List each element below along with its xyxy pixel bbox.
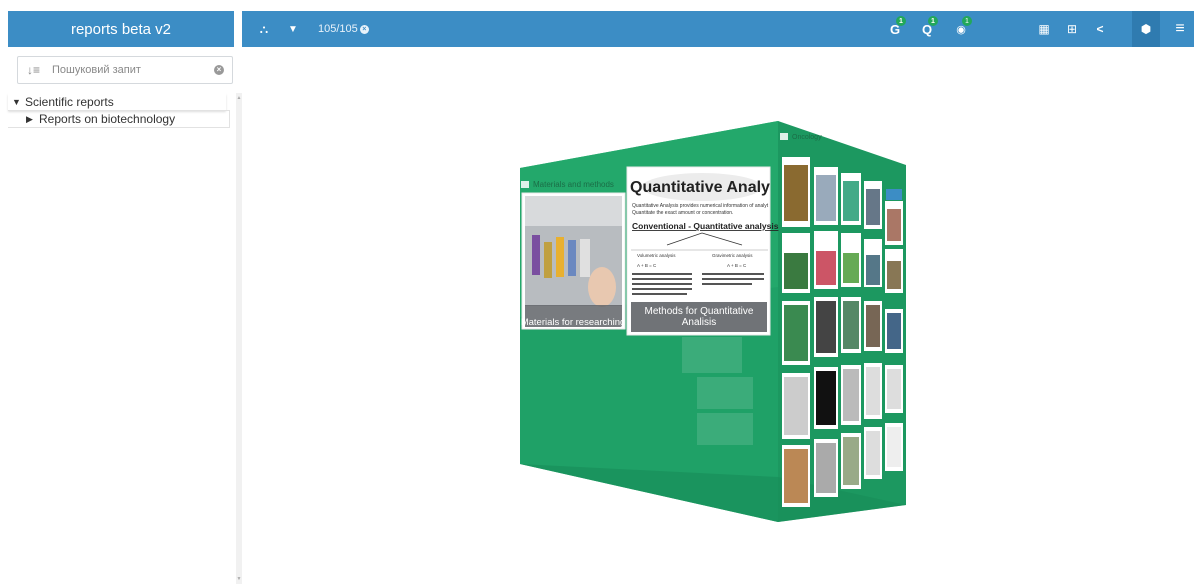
slide-formula: A + B = C [727,263,747,268]
card-caption: Materials for researching [521,317,626,328]
badge-count: 1 [928,16,938,26]
top-bar: reports beta v2 ⛬ ▼ 105/105 × G 1 Q 1 ◉ … [0,0,1194,47]
menu-icon[interactable]: ≡ [1168,11,1192,47]
search-button[interactable]: Q 1 [914,11,940,47]
category-tree: ▼ Scientific reports ▶ Reports on biotec… [8,93,236,128]
hierarchy-icon[interactable]: ⛬ [252,11,276,47]
sort-icon[interactable]: ↓≡ [27,63,40,77]
front-header-icon [521,181,529,188]
slide-title: Quantitative Analy [630,179,770,196]
tube-icon [532,235,540,275]
slide-formula: A + B = C [637,263,657,268]
caret-down-icon[interactable]: ▼ [12,97,21,107]
caret-right-icon[interactable]: ▶ [26,114,34,125]
search-input[interactable] [52,61,202,79]
tree-item-scientific-reports[interactable]: ▼ Scientific reports [8,93,226,110]
slide-line: Quantitative Analysis provides numerical… [632,203,769,209]
grid-view-icon[interactable]: ▦ [1032,11,1056,47]
sidebar: ↓≡ × ▼ Scientific reports ▶ Reports on b… [8,47,242,584]
tree-item-label: Reports on biotechnology [39,112,176,126]
card-caption: Methods for Quantitative Analisis [644,306,754,328]
right-header-label: Oncology [792,134,822,141]
table-view-icon[interactable]: ⊞ [1060,11,1084,47]
card-materials[interactable]: Materials for researching [521,192,626,330]
slide-sublabel: Volumetric analysis [637,253,676,258]
google-search-button[interactable]: G 1 [882,11,908,47]
view-button[interactable]: ◉ 1 [948,11,974,47]
slide-line: Quantitate the exact amount or concentra… [632,210,733,216]
right-page-badge [886,189,902,200]
counter-text: 105/105 [318,23,358,35]
slide-sublabel: Gravimetric analysis [712,253,753,258]
tree-item-label: Scientific reports [25,94,114,109]
cube-stage: Materials and methods Materials for rese… [242,47,1194,584]
clear-icon[interactable]: × [214,65,224,75]
cube-visualization[interactable]: Materials and methods Materials for rese… [242,47,1194,584]
tree-item-reports-on-biotechnology[interactable]: ▶ Reports on biotechnology [8,110,230,128]
badge-count: 1 [962,16,972,26]
filter-icon[interactable]: ▼ [282,11,304,47]
app-title[interactable]: reports beta v2 [8,11,234,47]
main-toolbar: ⛬ ▼ 105/105 × G 1 Q 1 ◉ 1 ▦ ⊞ < ⬢ ≡ [242,11,1194,47]
cube-view-icon[interactable]: ⬢ [1132,11,1160,47]
badge-count: 1 [896,16,906,26]
share-icon[interactable]: < [1088,11,1112,47]
filter-counter: 105/105 × [318,11,369,47]
card-methods[interactable]: Quantitative Analy Quantitative Analysis… [626,166,779,336]
front-header-label: Materials and methods [533,180,614,189]
counter-clear-icon[interactable]: × [359,24,369,34]
search-box: ↓≡ × [17,56,233,84]
right-header-icon [780,133,788,140]
slide-heading: Conventional - Quantitative analysis [632,221,779,231]
